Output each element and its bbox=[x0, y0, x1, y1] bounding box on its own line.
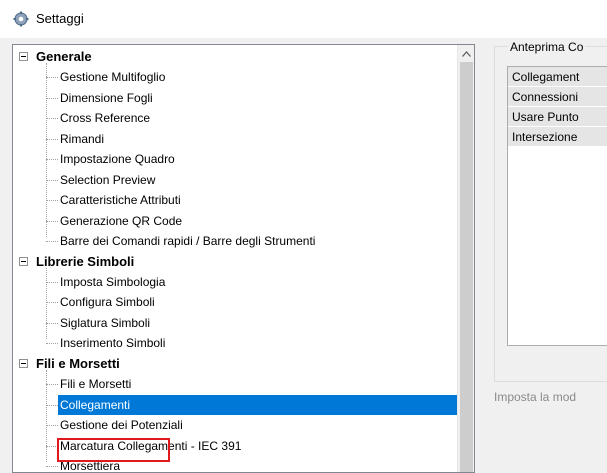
tree-connector bbox=[46, 425, 58, 427]
tree-item-collegamenti[interactable]: Collegamenti bbox=[13, 394, 457, 415]
tree-category-generale[interactable]: Generale bbox=[13, 47, 457, 67]
tree-item-generazione-qr-code[interactable]: Generazione QR Code bbox=[13, 211, 457, 231]
tree-item-label: Rimandi bbox=[60, 131, 105, 146]
tree-connector bbox=[46, 404, 58, 406]
tree-connector bbox=[46, 97, 58, 99]
tree-connector bbox=[46, 200, 58, 202]
tree-connector bbox=[46, 322, 58, 324]
scroll-up-button[interactable] bbox=[458, 45, 474, 62]
tree-item-caratteristiche-attributi[interactable]: Caratteristiche Attributi bbox=[13, 190, 457, 210]
preview-item[interactable]: Collegament bbox=[508, 67, 607, 87]
tree-item-gestione-dei-potenziali[interactable]: Gestione dei Potenziali bbox=[13, 415, 457, 435]
title-bar: Settaggi bbox=[0, 0, 607, 38]
tree-item-label: Generazione QR Code bbox=[60, 213, 183, 228]
tree-category-label: Generale bbox=[36, 49, 92, 64]
tree-category-fili-e-morsetti[interactable]: Fili e Morsetti bbox=[13, 354, 457, 374]
tree-item-label: Gestione dei Potenziali bbox=[60, 418, 183, 433]
tree-connector bbox=[46, 281, 58, 283]
tree-category-label: Librerie Simboli bbox=[36, 253, 135, 269]
selection-focus-box bbox=[57, 438, 170, 462]
tree-category-librerie-simboli[interactable]: Librerie Simboli bbox=[13, 252, 457, 272]
tree-connector bbox=[46, 384, 58, 386]
tree-connector bbox=[46, 241, 58, 243]
collapse-icon[interactable] bbox=[19, 358, 28, 368]
tree-item-barre-dei-comandi-rapidi-barre-degli-strumenti[interactable]: Barre dei Comandi rapidi / Barre degli S… bbox=[13, 231, 457, 251]
tree-item-inserimento-simboli[interactable]: Inserimento Simboli bbox=[13, 333, 457, 353]
preview-item[interactable]: Usare Punto bbox=[508, 107, 607, 127]
tree-item-cross-reference[interactable]: Cross Reference bbox=[13, 108, 457, 128]
tree-item-imposta-simbologia[interactable]: Imposta Simbologia bbox=[13, 272, 457, 292]
tree-connector bbox=[46, 118, 58, 120]
tree-item-label: Configura Simboli bbox=[60, 295, 155, 310]
preview-item[interactable]: Intersezione bbox=[508, 127, 607, 147]
tree-connector bbox=[46, 343, 58, 345]
tree-item-configura-simboli[interactable]: Configura Simboli bbox=[13, 292, 457, 312]
tree-connector bbox=[46, 466, 58, 467]
chevron-up-icon bbox=[462, 50, 471, 57]
tree-item-label: Siglatura Simboli bbox=[60, 315, 151, 330]
tree-item-fili-e-morsetti[interactable]: Fili e Morsetti bbox=[13, 374, 457, 394]
scroll-thumb[interactable] bbox=[460, 62, 473, 472]
collapse-icon[interactable] bbox=[19, 52, 28, 61]
tree-connector bbox=[46, 159, 58, 161]
window-title: Settaggi bbox=[36, 11, 84, 26]
tree-connector bbox=[46, 220, 58, 222]
tree-connector bbox=[46, 77, 58, 79]
gear-icon bbox=[13, 11, 29, 27]
tree-item-dimensione-fogli[interactable]: Dimensione Fogli bbox=[13, 88, 457, 108]
tree-item-label: Inserimento Simboli bbox=[60, 336, 166, 351]
tree-item-impostazione-quadro[interactable]: Impostazione Quadro bbox=[13, 149, 457, 169]
tree-item-label: Fili e Morsetti bbox=[60, 377, 132, 392]
description-text: Imposta la mod bbox=[494, 390, 577, 404]
collapse-icon[interactable] bbox=[19, 256, 28, 266]
tree-item-label: Caratteristiche Attributi bbox=[60, 193, 181, 208]
tree-connector bbox=[46, 138, 58, 140]
tree-connector bbox=[46, 179, 58, 181]
tree-item-label: Selection Preview bbox=[60, 172, 156, 187]
tree-category-label: Fili e Morsetti bbox=[36, 355, 120, 371]
tree-content: Generale Gestione Multifoglio Dimensione F… bbox=[13, 45, 457, 472]
tree-item-label: Imposta Simbologia bbox=[60, 274, 166, 289]
preview-list[interactable]: Collegament Connessioni Usare Punto Inte… bbox=[507, 66, 607, 346]
tree-item-label: Cross Reference bbox=[60, 111, 151, 126]
tree-item-label: Impostazione Quadro bbox=[60, 152, 175, 167]
vertical-scrollbar[interactable] bbox=[457, 45, 474, 472]
preview-item[interactable]: Connessioni bbox=[508, 87, 607, 107]
settings-tree[interactable]: Generale Gestione Multifoglio Dimensione F… bbox=[12, 44, 475, 473]
tree-item-label: Barre dei Comandi rapidi / Barre degli S… bbox=[60, 234, 316, 249]
tree-item-label: Collegamenti bbox=[60, 397, 131, 412]
tree-item-label: Dimensione Fogli bbox=[60, 90, 153, 105]
tree-item-label: Gestione Multifoglio bbox=[60, 70, 166, 85]
preview-group-title: Anteprima Co bbox=[508, 40, 586, 54]
tree-item-gestione-multifoglio[interactable]: Gestione Multifoglio bbox=[13, 67, 457, 87]
tree-connector bbox=[46, 302, 58, 304]
tree-item-selection-preview[interactable]: Selection Preview bbox=[13, 170, 457, 190]
tree-item-rimandi[interactable]: Rimandi bbox=[13, 129, 457, 149]
tree-item-siglatura-simboli[interactable]: Siglatura Simboli bbox=[13, 313, 457, 333]
